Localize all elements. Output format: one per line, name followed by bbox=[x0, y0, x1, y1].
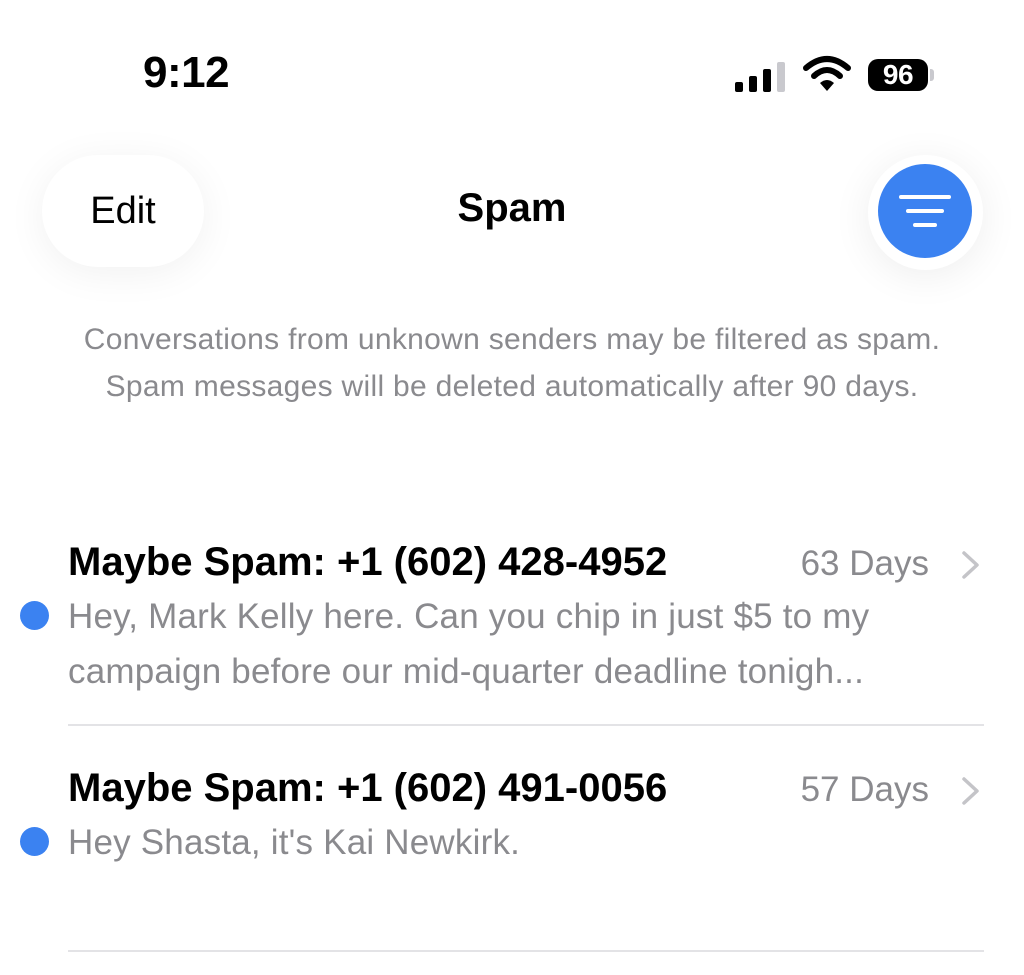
conversation-row[interactable]: Maybe Spam: +1 (602) 491-0056 57 Days He… bbox=[0, 756, 1024, 946]
signal-icon bbox=[735, 58, 785, 92]
chevron-right-icon bbox=[962, 551, 979, 579]
sender-name: Maybe Spam: +1 (602) 428-4952 bbox=[68, 540, 668, 584]
unread-indicator bbox=[20, 601, 49, 630]
chevron-right-icon bbox=[962, 777, 979, 805]
message-preview: Hey, Mark Kelly here. Can you chip in ju… bbox=[68, 597, 870, 691]
battery-level: 96 bbox=[868, 59, 928, 91]
row-divider bbox=[68, 950, 984, 952]
row-divider bbox=[68, 724, 984, 726]
filter-icon bbox=[899, 195, 951, 227]
message-date: 57 Days bbox=[800, 770, 929, 809]
status-time: 9:12 bbox=[143, 48, 230, 97]
unread-indicator bbox=[20, 827, 49, 856]
filter-button[interactable] bbox=[878, 164, 972, 258]
battery-icon: 96 bbox=[868, 59, 934, 93]
wifi-icon bbox=[803, 56, 851, 91]
message-preview: Hey Shasta, it's Kai Newkirk. bbox=[68, 823, 521, 862]
spam-info-text: Conversations from unknown senders may b… bbox=[83, 323, 941, 403]
message-date: 63 Days bbox=[800, 544, 929, 583]
sender-name: Maybe Spam: +1 (602) 491-0056 bbox=[68, 766, 668, 810]
conversation-row[interactable]: Maybe Spam: +1 (602) 428-4952 63 Days He… bbox=[0, 530, 1024, 725]
